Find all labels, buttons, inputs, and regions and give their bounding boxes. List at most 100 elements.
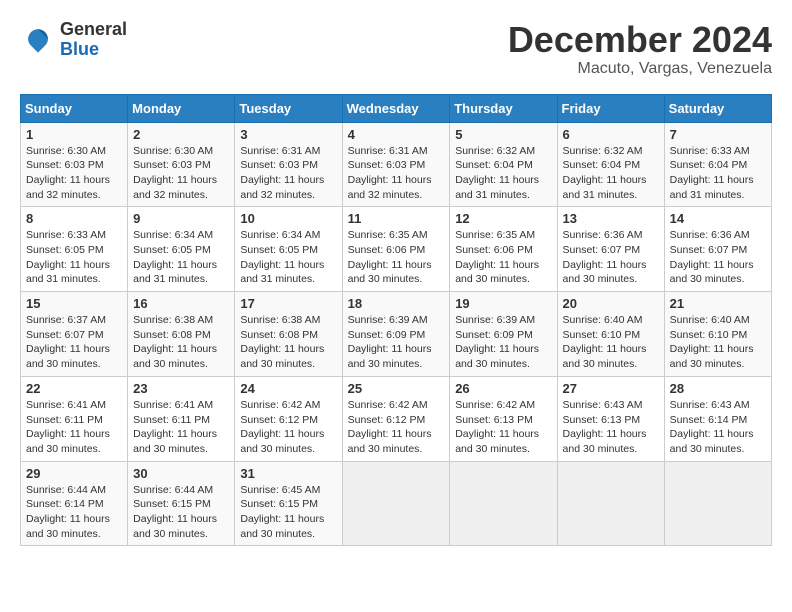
day-number: 10 xyxy=(240,211,336,226)
calendar-cell: 17Sunrise: 6:38 AMSunset: 6:08 PMDayligh… xyxy=(235,292,342,377)
day-detail: Sunrise: 6:39 AMSunset: 6:09 PMDaylight:… xyxy=(348,313,445,372)
calendar-cell: 6 Sunrise: 6:32 AMSunset: 6:04 PMDaylight… xyxy=(557,122,664,207)
day-detail: Sunrise: 6:40 AMSunset: 6:10 PMDaylight:… xyxy=(563,313,659,372)
day-number: 16 xyxy=(133,296,229,311)
calendar-cell: 20 Sunrise: 6:40 AMSunset: 6:10 PMDayligh… xyxy=(557,292,664,377)
day-number: 22 xyxy=(26,381,122,396)
day-detail: Sunrise: 6:34 AMSunset: 6:05 PMDaylight:… xyxy=(240,228,336,287)
day-number: 15 xyxy=(26,296,122,311)
day-detail: Sunrise: 6:33 AMSunset: 6:05 PMDaylight:… xyxy=(26,228,122,287)
days-header-row: SundayMondayTuesdayWednesdayThursdayFrid… xyxy=(21,94,772,122)
calendar-table: SundayMondayTuesdayWednesdayThursdayFrid… xyxy=(20,94,772,547)
day-number: 4 xyxy=(348,127,445,142)
calendar-cell: 30 Sunrise: 6:44 AMSunset: 6:15 PMDayligh… xyxy=(128,461,235,546)
week-row-5: 29Sunrise: 6:44 AMSunset: 6:14 PMDayligh… xyxy=(21,461,772,546)
calendar-cell xyxy=(664,461,771,546)
calendar-cell: 13 Sunrise: 6:36 AMSunset: 6:07 PMDayligh… xyxy=(557,207,664,292)
calendar-title: December 2024 xyxy=(508,20,772,60)
day-detail: Sunrise: 6:36 AMSunset: 6:07 PMDaylight:… xyxy=(670,228,766,287)
day-number: 26 xyxy=(455,381,551,396)
day-detail: Sunrise: 6:32 AMSunset: 6:04 PMDaylight:… xyxy=(455,144,551,203)
day-detail: Sunrise: 6:39 AMSunset: 6:09 PMDaylight:… xyxy=(455,313,551,372)
calendar-cell: 14 Sunrise: 6:36 AMSunset: 6:07 PMDayligh… xyxy=(664,207,771,292)
day-detail: Sunrise: 6:44 AMSunset: 6:14 PMDaylight:… xyxy=(26,483,122,542)
logo-general: General xyxy=(60,20,127,40)
day-number: 14 xyxy=(670,211,766,226)
calendar-cell: 1 Sunrise: 6:30 AMSunset: 6:03 PMDaylight… xyxy=(21,122,128,207)
calendar-cell: 10 Sunrise: 6:34 AMSunset: 6:05 PMDayligh… xyxy=(235,207,342,292)
calendar-cell: 4 Sunrise: 6:31 AMSunset: 6:03 PMDaylight… xyxy=(342,122,450,207)
day-header-monday: Monday xyxy=(128,94,235,122)
week-row-3: 15 Sunrise: 6:37 AMSunset: 6:07 PMDayligh… xyxy=(21,292,772,377)
week-row-2: 8 Sunrise: 6:33 AMSunset: 6:05 PMDaylight… xyxy=(21,207,772,292)
day-number: 9 xyxy=(133,211,229,226)
calendar-cell xyxy=(557,461,664,546)
day-detail: Sunrise: 6:30 AMSunset: 6:03 PMDaylight:… xyxy=(133,144,229,203)
day-detail: Sunrise: 6:43 AMSunset: 6:13 PMDaylight:… xyxy=(563,398,659,457)
calendar-cell: 27Sunrise: 6:43 AMSunset: 6:13 PMDayligh… xyxy=(557,376,664,461)
day-detail: Sunrise: 6:43 AMSunset: 6:14 PMDaylight:… xyxy=(670,398,766,457)
logo: General Blue xyxy=(20,20,127,60)
day-number: 23 xyxy=(133,381,229,396)
day-detail: Sunrise: 6:34 AMSunset: 6:05 PMDaylight:… xyxy=(133,228,229,287)
day-detail: Sunrise: 6:33 AMSunset: 6:04 PMDaylight:… xyxy=(670,144,766,203)
day-header-friday: Friday xyxy=(557,94,664,122)
day-number: 25 xyxy=(348,381,445,396)
calendar-cell: 16 Sunrise: 6:38 AMSunset: 6:08 PMDayligh… xyxy=(128,292,235,377)
day-detail: Sunrise: 6:38 AMSunset: 6:08 PMDaylight:… xyxy=(133,313,229,372)
calendar-cell: 9 Sunrise: 6:34 AMSunset: 6:05 PMDaylight… xyxy=(128,207,235,292)
day-number: 20 xyxy=(563,296,659,311)
day-number: 30 xyxy=(133,466,229,481)
calendar-cell: 22 Sunrise: 6:41 AMSunset: 6:11 PMDayligh… xyxy=(21,376,128,461)
day-number: 3 xyxy=(240,127,336,142)
day-number: 18 xyxy=(348,296,445,311)
logo-blue: Blue xyxy=(60,40,127,60)
day-detail: Sunrise: 6:37 AMSunset: 6:07 PMDaylight:… xyxy=(26,313,122,372)
calendar-cell: 28 Sunrise: 6:43 AMSunset: 6:14 PMDayligh… xyxy=(664,376,771,461)
calendar-cell: 26Sunrise: 6:42 AMSunset: 6:13 PMDayligh… xyxy=(450,376,557,461)
day-detail: Sunrise: 6:31 AMSunset: 6:03 PMDaylight:… xyxy=(348,144,445,203)
day-number: 13 xyxy=(563,211,659,226)
day-number: 19 xyxy=(455,296,551,311)
calendar-cell: 18 Sunrise: 6:39 AMSunset: 6:09 PMDayligh… xyxy=(342,292,450,377)
day-detail: Sunrise: 6:38 AMSunset: 6:08 PMDaylight:… xyxy=(240,313,336,372)
day-header-sunday: Sunday xyxy=(21,94,128,122)
calendar-cell: 25Sunrise: 6:42 AMSunset: 6:12 PMDayligh… xyxy=(342,376,450,461)
title-block: December 2024 Macuto, Vargas, Venezuela xyxy=(508,20,772,78)
day-detail: Sunrise: 6:32 AMSunset: 6:04 PMDaylight:… xyxy=(563,144,659,203)
calendar-cell: 8 Sunrise: 6:33 AMSunset: 6:05 PMDaylight… xyxy=(21,207,128,292)
calendar-subtitle: Macuto, Vargas, Venezuela xyxy=(508,60,772,78)
day-number: 1 xyxy=(26,127,122,142)
calendar-body: 1 Sunrise: 6:30 AMSunset: 6:03 PMDaylight… xyxy=(21,122,772,546)
calendar-cell: 19 Sunrise: 6:39 AMSunset: 6:09 PMDayligh… xyxy=(450,292,557,377)
day-detail: Sunrise: 6:41 AMSunset: 6:11 PMDaylight:… xyxy=(26,398,122,457)
day-number: 11 xyxy=(348,211,445,226)
calendar-cell: 12Sunrise: 6:35 AMSunset: 6:06 PMDayligh… xyxy=(450,207,557,292)
day-number: 8 xyxy=(26,211,122,226)
calendar-cell: 23 Sunrise: 6:41 AMSunset: 6:11 PMDayligh… xyxy=(128,376,235,461)
day-number: 6 xyxy=(563,127,659,142)
calendar-cell: 21Sunrise: 6:40 AMSunset: 6:10 PMDayligh… xyxy=(664,292,771,377)
calendar-cell: 3 Sunrise: 6:31 AMSunset: 6:03 PMDaylight… xyxy=(235,122,342,207)
day-number: 7 xyxy=(670,127,766,142)
calendar-cell: 31 Sunrise: 6:45 AMSunset: 6:15 PMDayligh… xyxy=(235,461,342,546)
week-row-1: 1 Sunrise: 6:30 AMSunset: 6:03 PMDaylight… xyxy=(21,122,772,207)
calendar-cell xyxy=(342,461,450,546)
calendar-cell: 7 Sunrise: 6:33 AMSunset: 6:04 PMDaylight… xyxy=(664,122,771,207)
day-number: 28 xyxy=(670,381,766,396)
calendar-cell: 5 Sunrise: 6:32 AMSunset: 6:04 PMDaylight… xyxy=(450,122,557,207)
day-detail: Sunrise: 6:30 AMSunset: 6:03 PMDaylight:… xyxy=(26,144,122,203)
week-row-4: 22 Sunrise: 6:41 AMSunset: 6:11 PMDayligh… xyxy=(21,376,772,461)
day-header-tuesday: Tuesday xyxy=(235,94,342,122)
logo-text: General Blue xyxy=(60,20,127,60)
day-number: 31 xyxy=(240,466,336,481)
day-number: 5 xyxy=(455,127,551,142)
page-header: General Blue December 2024 Macuto, Varga… xyxy=(20,20,772,78)
day-detail: Sunrise: 6:45 AMSunset: 6:15 PMDaylight:… xyxy=(240,483,336,542)
day-detail: Sunrise: 6:31 AMSunset: 6:03 PMDaylight:… xyxy=(240,144,336,203)
calendar-cell: 15 Sunrise: 6:37 AMSunset: 6:07 PMDayligh… xyxy=(21,292,128,377)
day-detail: Sunrise: 6:36 AMSunset: 6:07 PMDaylight:… xyxy=(563,228,659,287)
day-header-wednesday: Wednesday xyxy=(342,94,450,122)
day-detail: Sunrise: 6:41 AMSunset: 6:11 PMDaylight:… xyxy=(133,398,229,457)
day-detail: Sunrise: 6:44 AMSunset: 6:15 PMDaylight:… xyxy=(133,483,229,542)
